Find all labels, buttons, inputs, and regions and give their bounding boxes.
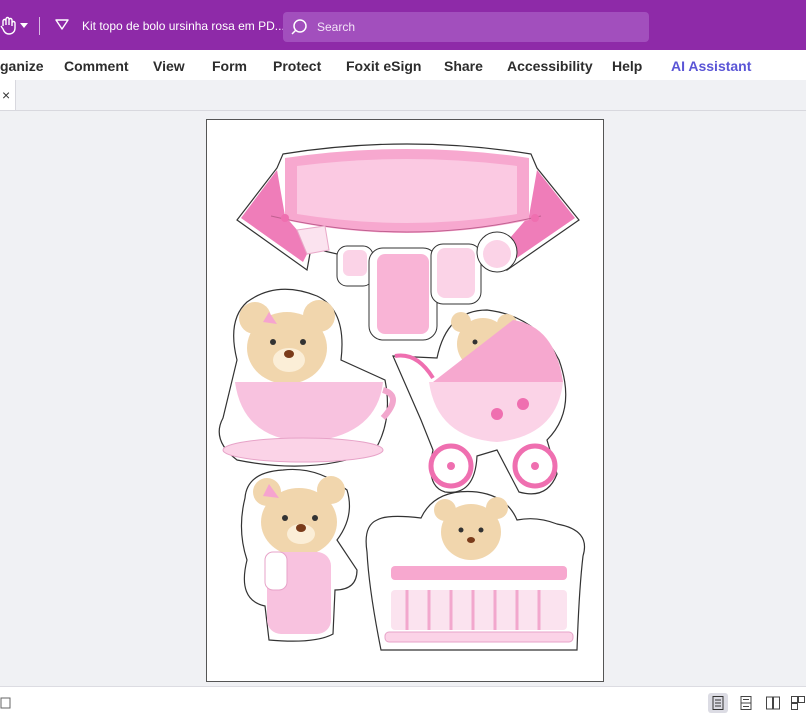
funnel-icon[interactable]	[54, 17, 70, 33]
ribbon-menu: ganize Comment View Form Protect Foxit e…	[0, 50, 806, 80]
bear-in-crib-illustration	[365, 490, 585, 651]
menu-help[interactable]: Help	[612, 58, 642, 74]
close-icon[interactable]: ×	[2, 87, 10, 103]
menu-view[interactable]: View	[153, 58, 185, 74]
search-placeholder: Search	[317, 20, 356, 34]
title-bar: Kit topo de bolo ursinha rosa em PD... S…	[0, 0, 806, 50]
two-page-view-button[interactable]	[763, 693, 783, 713]
menu-ai-assistant[interactable]: AI Assistant	[671, 58, 751, 74]
document-tab-strip: ×	[0, 80, 806, 111]
search-icon	[291, 19, 307, 35]
menu-protect[interactable]: Protect	[273, 58, 321, 74]
bear-in-teacup-illustration	[218, 288, 396, 467]
status-bar	[0, 686, 806, 718]
document-tab[interactable]: ×	[0, 80, 16, 110]
two-page-continuous-view-button[interactable]	[788, 693, 806, 713]
menu-comment[interactable]: Comment	[64, 58, 129, 74]
single-page-view-button[interactable]	[708, 693, 728, 713]
single-page-icon	[712, 696, 724, 710]
menu-share[interactable]: Share	[444, 58, 483, 74]
pdf-page[interactable]	[206, 119, 604, 682]
menu-accessibility[interactable]: Accessibility	[507, 58, 593, 74]
document-title: Kit topo de bolo ursinha rosa em PD...	[82, 19, 285, 33]
two-page-continuous-icon	[791, 696, 805, 710]
menu-organize[interactable]: ganize	[0, 58, 44, 74]
two-page-icon	[766, 696, 780, 710]
menu-foxit-esign[interactable]: Foxit eSign	[346, 58, 421, 74]
hand-tool-icon[interactable]	[0, 14, 22, 36]
continuous-icon	[740, 696, 752, 710]
page-thumbnail-icon[interactable]	[0, 695, 12, 711]
page-artwork	[218, 143, 585, 651]
chevron-down-icon[interactable]	[20, 23, 28, 28]
bear-with-bottle-illustration	[240, 468, 358, 642]
search-box[interactable]: Search	[283, 12, 649, 42]
continuous-view-button[interactable]	[736, 693, 756, 713]
menu-form[interactable]: Form	[212, 58, 247, 74]
toolbar-separator	[39, 17, 40, 35]
